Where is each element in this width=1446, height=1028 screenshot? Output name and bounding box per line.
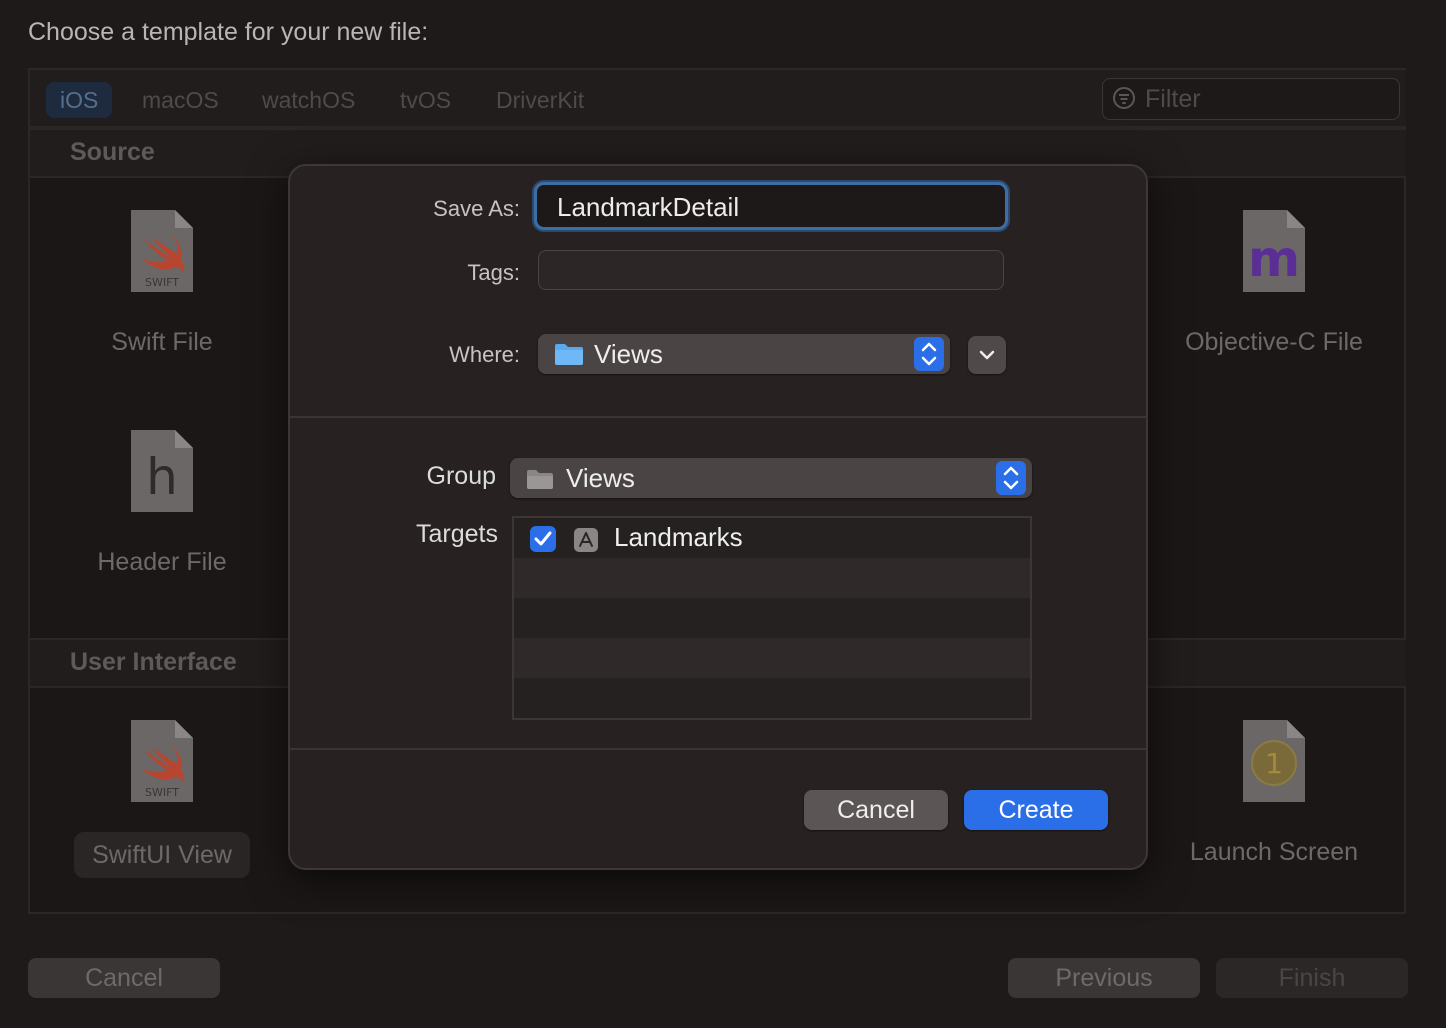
filter-field[interactable]: Filter [1102,78,1400,120]
target-checkbox[interactable] [530,526,556,552]
section-title: Source [70,138,155,166]
template-objc-file[interactable]: m Objective-C File [1144,200,1404,370]
group-value: Views [566,463,635,493]
targets-list: Landmarks [512,516,1032,720]
platform-tab-bar: iOS macOS watchOS tvOS DriverKit Filter [30,70,1406,128]
tab-watchos[interactable]: watchOS [248,82,369,118]
section-title: User Interface [70,648,237,676]
list-item [514,638,1030,678]
where-value: Views [594,339,663,369]
tab-tvos[interactable]: tvOS [386,82,465,118]
launch-screen-icon: 1 [1243,720,1305,802]
launch-glyph: 1 [1265,747,1283,780]
header-file-icon: h [131,430,193,512]
group-label: Group [426,462,496,490]
checkmark-icon [534,531,552,546]
template-label: SwiftUI View [74,832,250,878]
list-item [514,598,1030,638]
target-name: Landmarks [614,522,743,552]
create-button[interactable]: Create [964,790,1108,830]
folder-icon [527,470,553,489]
tab-driverkit[interactable]: DriverKit [482,82,598,118]
group-popup[interactable]: Views [510,458,1032,498]
cancel-button[interactable]: Cancel [28,958,220,998]
save-as-label: Save As: [433,196,520,221]
target-row-landmarks[interactable]: Landmarks [514,518,1030,558]
tab-ios[interactable]: iOS [46,82,113,118]
where-popup[interactable]: Views [538,334,950,374]
dialog-cancel-button[interactable]: Cancel [804,790,948,830]
targets-label: Targets [416,520,498,548]
filter-icon [1113,87,1135,109]
previous-button[interactable]: Previous [1008,958,1200,998]
updown-chevron-icon [914,337,944,371]
where-label: Where: [449,342,520,367]
list-item [514,678,1030,718]
dialog-divider [290,416,1146,418]
app-target-icon [574,528,598,552]
expand-dialog-button[interactable] [968,336,1006,374]
list-item [514,558,1030,598]
template-label: Swift File [111,328,213,356]
objc-file-icon: m [1243,210,1305,292]
template-launch-screen[interactable]: 1 Launch Screen [1144,710,1404,880]
template-label: Objective-C File [1185,328,1363,356]
swift-file-icon: SWIFT [131,720,193,802]
folder-icon [555,344,583,365]
tags-label: Tags: [467,260,520,285]
template-swiftui-view[interactable]: SWIFT SwiftUI View [32,710,292,880]
window-prompt: Choose a template for your new file: [28,18,429,46]
updown-chevron-icon [996,461,1026,495]
dialog-divider [290,748,1146,750]
filter-placeholder: Filter [1145,85,1201,113]
swift-badge: SWIFT [145,786,179,799]
swift-file-icon: SWIFT [131,210,193,292]
tab-macos[interactable]: macOS [128,82,233,118]
chevron-down-icon [979,350,995,360]
save-dialog: Save As: LandmarkDetail Tags: Where: Vie… [288,164,1148,870]
tags-field[interactable] [538,250,1004,290]
template-header-file[interactable]: h Header File [32,420,292,590]
template-label: Header File [97,548,227,576]
swift-badge: SWIFT [145,276,179,289]
objc-glyph: m [1248,230,1300,288]
finish-button[interactable]: Finish [1216,958,1408,998]
save-as-field[interactable]: LandmarkDetail [534,182,1008,230]
template-label: Launch Screen [1189,838,1359,866]
header-glyph: h [146,448,178,506]
template-swift-file[interactable]: SWIFT Swift File [32,200,292,370]
save-as-value: LandmarkDetail [557,192,740,222]
